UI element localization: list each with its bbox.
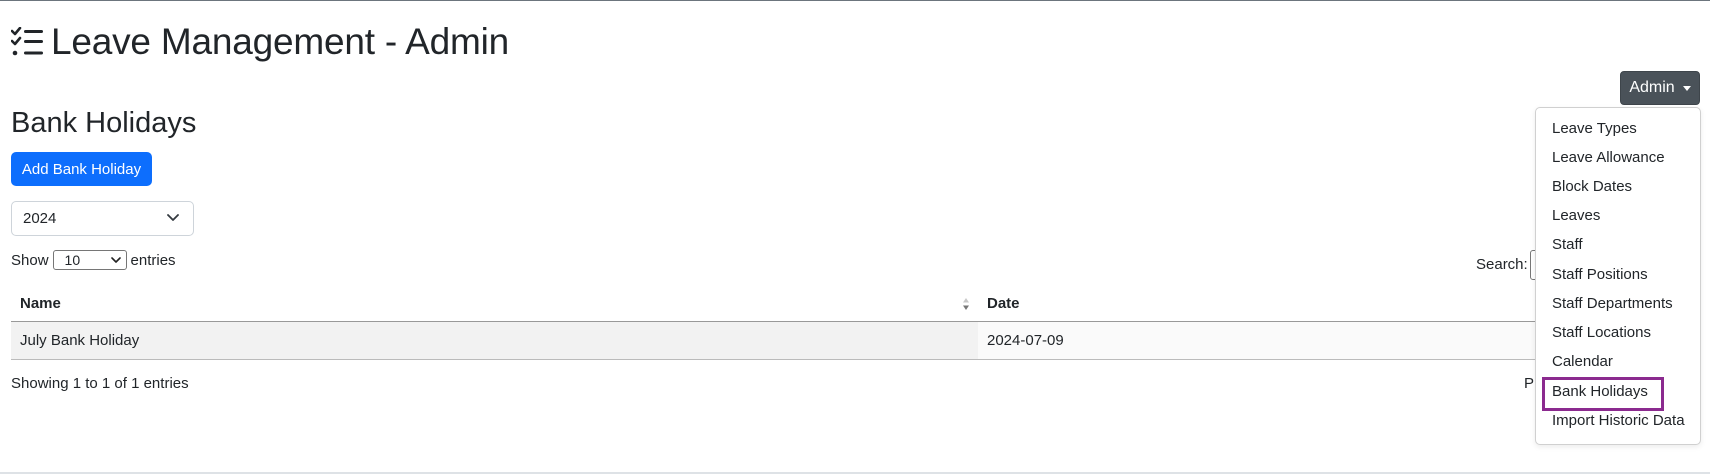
entries-length-control: Show 10 entries [11, 250, 176, 270]
table-header: Name Date [11, 286, 1700, 322]
menu-item-staff-positions[interactable]: Staff Positions [1552, 265, 1648, 285]
table-info: Showing 1 to 1 of 1 entries [11, 375, 189, 392]
admin-menu-label: Admin [1629, 79, 1675, 96]
cell-name: July Bank Holiday [11, 322, 978, 359]
menu-item-leave-types[interactable]: Leave Types [1552, 119, 1637, 139]
checklist-icon [11, 27, 43, 57]
year-select[interactable]: 2024 [11, 201, 194, 236]
menu-item-block-dates[interactable]: Block Dates [1552, 177, 1632, 197]
column-header-name[interactable]: Name [11, 286, 978, 321]
menu-item-calendar[interactable]: Calendar [1552, 352, 1613, 372]
caret-down-icon [1682, 85, 1691, 91]
admin-menu-button[interactable]: Admin [1620, 71, 1700, 105]
app-title: Leave Management - Admin [51, 21, 509, 62]
entries-select-value: 10 [64, 252, 81, 268]
column-header-name-label: Name [20, 295, 61, 312]
show-label: Show [11, 251, 49, 269]
top-border [0, 0, 1710, 1]
sort-icon [963, 298, 969, 310]
entries-label: entries [130, 251, 176, 269]
entries-select[interactable]: 10 [52, 250, 127, 270]
active-item-highlight [1542, 377, 1664, 411]
menu-item-leave-allowance[interactable]: Leave Allowance [1552, 148, 1665, 168]
chevron-down-icon [167, 214, 179, 221]
bank-holidays-table: Name Date July Bank Holiday 2024-07-09 [11, 286, 1700, 360]
app-header: Leave Management - Admin [11, 20, 509, 64]
add-bank-holiday-button[interactable]: Add Bank Holiday [11, 152, 152, 186]
search-label: Search: [1476, 256, 1528, 273]
year-select-value: 2024 [23, 210, 57, 227]
chevron-down-icon [110, 257, 121, 263]
menu-item-import-historic-data[interactable]: Import Historic Data [1552, 411, 1685, 431]
menu-item-staff-locations[interactable]: Staff Locations [1552, 323, 1651, 343]
column-header-date-label: Date [987, 295, 1020, 312]
page-title: Bank Holidays [11, 107, 197, 139]
menu-item-staff-departments[interactable]: Staff Departments [1552, 294, 1673, 314]
menu-item-leaves[interactable]: Leaves [1552, 206, 1600, 226]
menu-item-staff[interactable]: Staff [1552, 235, 1583, 255]
table-row[interactable]: July Bank Holiday 2024-07-09 [11, 322, 1700, 360]
